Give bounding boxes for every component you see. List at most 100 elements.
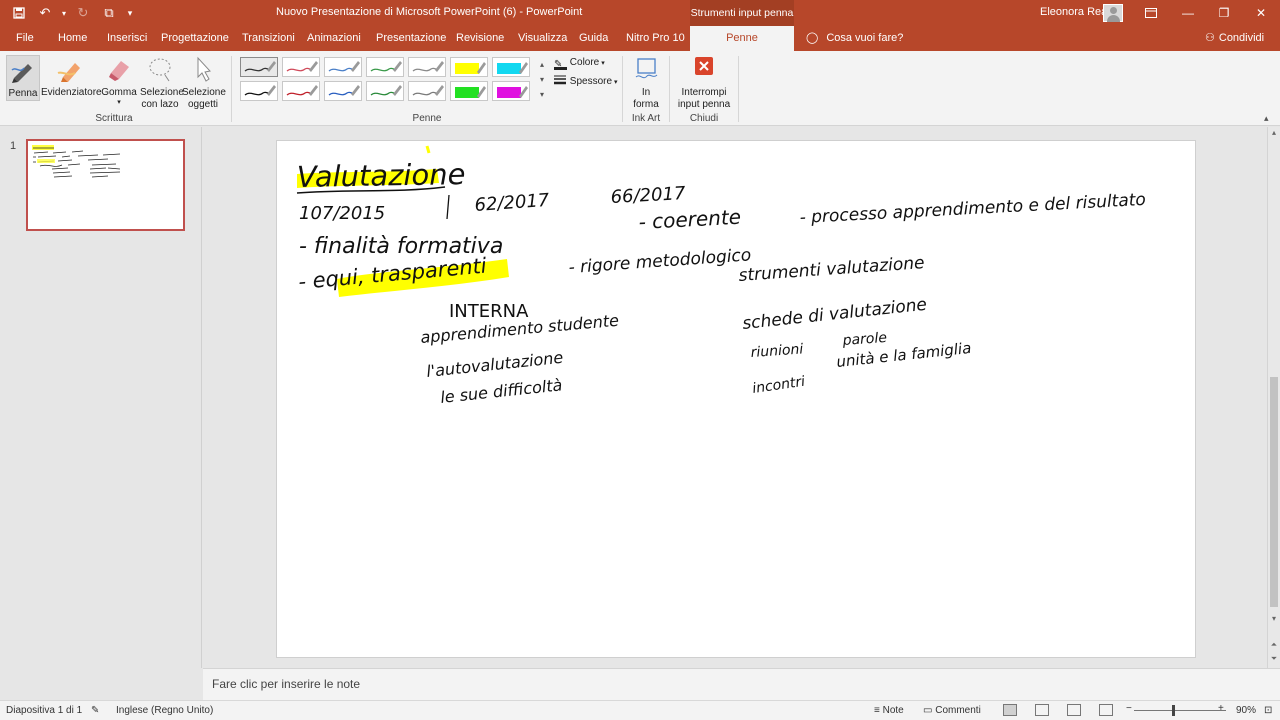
tab-home[interactable]: Home bbox=[58, 26, 87, 51]
pen-swatch[interactable] bbox=[240, 81, 278, 101]
pen-swatch[interactable] bbox=[240, 57, 278, 77]
zoom-in-icon[interactable]: + bbox=[1218, 703, 1224, 714]
normal-view-icon[interactable] bbox=[1003, 704, 1017, 716]
chevron-down-icon[interactable]: ▾ bbox=[60, 2, 68, 24]
previous-slide-icon[interactable]: ⏶ bbox=[1268, 639, 1280, 651]
slide-number: 1 bbox=[10, 140, 17, 152]
ink-to-shape-button[interactable]: In forma bbox=[628, 55, 664, 111]
ink-text: 66/2017 bbox=[610, 183, 686, 208]
ribbon-display-options-button[interactable] bbox=[1133, 0, 1169, 26]
lasso-icon bbox=[145, 55, 175, 83]
slide-canvas[interactable]: Valutazione 107/2015 62/2017 66/2017 - f… bbox=[277, 141, 1195, 657]
pen-swatch[interactable] bbox=[492, 57, 530, 77]
pen-swatch[interactable] bbox=[408, 81, 446, 101]
more-icon[interactable]: ▾ bbox=[537, 87, 547, 102]
pen-swatch[interactable] bbox=[408, 57, 446, 77]
pen-icon bbox=[244, 61, 276, 72]
select-objects-label-1: Selezione bbox=[182, 87, 226, 98]
zoom-slider-knob[interactable] bbox=[1172, 705, 1175, 716]
restore-button[interactable]: ❐ bbox=[1206, 0, 1242, 26]
share-label: Condividi bbox=[1218, 32, 1265, 44]
tab-progettazione[interactable]: Progettazione bbox=[161, 26, 229, 51]
zoom-level[interactable]: 90% bbox=[1236, 705, 1256, 716]
chevron-down-icon[interactable]: ▾ bbox=[537, 72, 547, 87]
title-bar: ↶ ▾ ↻ ⧉ ▾ Nuovo Presentazione di Microso… bbox=[0, 0, 1280, 26]
tab-inserisci[interactable]: Inserisci bbox=[107, 26, 147, 51]
tab-visualizza[interactable]: Visualizza bbox=[518, 26, 567, 51]
gallery-scroll[interactable]: ▴ ▾ ▾ bbox=[537, 57, 547, 103]
lasso-select-button[interactable]: Selezione con lazo bbox=[140, 55, 184, 111]
pen-icon bbox=[244, 85, 276, 96]
tab-nitro-pro[interactable]: Nitro Pro 10 bbox=[626, 26, 685, 51]
comments-toggle[interactable]: ▭ Commenti bbox=[923, 705, 981, 716]
pen-swatch[interactable] bbox=[450, 81, 488, 101]
avatar[interactable] bbox=[1103, 4, 1123, 22]
pen-swatch[interactable] bbox=[450, 57, 488, 77]
zoom-slider[interactable] bbox=[1134, 705, 1226, 716]
eraser-button[interactable]: Gomma ▾ bbox=[101, 55, 137, 107]
fit-to-window-icon[interactable]: ⊡ bbox=[1264, 705, 1272, 716]
language[interactable]: Inglese (Regno Unito) bbox=[116, 705, 213, 716]
color-dropdown[interactable]: ✎ Colore ▾ bbox=[554, 57, 605, 70]
ink-text: l'autovalutazione bbox=[425, 348, 564, 381]
slide-editing-area: Valutazione 107/2015 62/2017 66/2017 - f… bbox=[203, 127, 1267, 668]
pen-swatch[interactable] bbox=[492, 81, 530, 101]
undo-icon[interactable]: ↶ bbox=[34, 2, 56, 24]
group-divider bbox=[231, 56, 232, 122]
start-from-beginning-icon[interactable]: ⧉ bbox=[98, 2, 120, 24]
ink-text: le sue difficoltà bbox=[439, 375, 563, 407]
tab-file[interactable]: File bbox=[16, 26, 34, 51]
vertical-scrollbar[interactable]: ▴ ▾ ⏶ ⏷ bbox=[1267, 127, 1280, 668]
stop-inking-label-1: Interrompi bbox=[681, 87, 727, 98]
thickness-dropdown[interactable]: Spessore ▾ bbox=[554, 75, 618, 87]
scroll-thumb[interactable] bbox=[1270, 377, 1278, 607]
pen-swatch[interactable] bbox=[366, 81, 404, 101]
slideshow-view-icon[interactable] bbox=[1099, 704, 1113, 716]
pen-icon bbox=[8, 56, 38, 84]
reading-view-icon[interactable] bbox=[1067, 704, 1081, 716]
slide-thumbnail[interactable] bbox=[26, 139, 185, 231]
notes-placeholder[interactable]: Fare clic per inserire le note bbox=[212, 677, 360, 691]
zoom-out-icon[interactable]: − bbox=[1126, 703, 1132, 714]
stop-inking-button[interactable]: Interrompi input penna bbox=[674, 55, 734, 111]
pen-swatch[interactable] bbox=[282, 81, 320, 101]
close-window-button[interactable]: ✕ bbox=[1243, 0, 1279, 26]
select-objects-button[interactable]: Selezione oggetti bbox=[182, 55, 226, 111]
chevron-down-icon[interactable]: ▾ bbox=[1268, 613, 1280, 625]
pen-swatch[interactable] bbox=[324, 57, 362, 77]
tab-animazioni[interactable]: Animazioni bbox=[307, 26, 361, 51]
redo-icon[interactable]: ↻ bbox=[72, 2, 94, 24]
tab-guida[interactable]: Guida bbox=[579, 26, 608, 51]
highlighter-icon bbox=[455, 62, 486, 74]
highlighter-button[interactable]: Evidenziatore bbox=[41, 55, 102, 99]
pen-swatch[interactable] bbox=[282, 57, 320, 77]
slide-sorter-icon[interactable] bbox=[1035, 704, 1049, 716]
share-button[interactable]: ⚇ Condividi bbox=[1205, 26, 1264, 51]
penne-group-label: Penne bbox=[412, 113, 442, 124]
tell-me-search[interactable]: ◯ Cosa vuoi fare? bbox=[806, 26, 903, 51]
pen-swatch[interactable] bbox=[366, 57, 404, 77]
save-icon[interactable] bbox=[8, 2, 30, 24]
customize-qat-icon[interactable]: ▾ bbox=[124, 2, 136, 24]
highlight-stroke bbox=[425, 145, 431, 154]
slide-info[interactable]: Diapositiva 1 di 1 bbox=[6, 705, 82, 716]
group-divider bbox=[738, 56, 739, 122]
pen-button[interactable]: Penna bbox=[6, 55, 40, 101]
spellcheck-icon[interactable]: ✎ bbox=[91, 705, 99, 716]
close-icon bbox=[689, 55, 719, 83]
chevron-up-icon[interactable]: ▴ bbox=[537, 57, 547, 72]
color-icon: ✎ bbox=[554, 59, 567, 70]
chevron-up-icon[interactable]: ▴ bbox=[1268, 127, 1280, 139]
pen-swatch[interactable] bbox=[324, 81, 362, 101]
tab-penne[interactable]: Penne bbox=[690, 26, 794, 51]
ink-drawing[interactable]: Valutazione 107/2015 62/2017 66/2017 - f… bbox=[277, 141, 1195, 657]
collapse-ribbon-icon[interactable]: ▴ bbox=[1264, 113, 1269, 124]
tab-presentazione[interactable]: Presentazione bbox=[376, 26, 446, 51]
notes-toggle[interactable]: ≡ Note bbox=[874, 705, 904, 716]
user-name[interactable]: Eleonora Rea bbox=[1040, 6, 1107, 18]
minimize-button[interactable]: — bbox=[1170, 0, 1206, 26]
notes-pane[interactable]: Fare clic per inserire le note bbox=[203, 668, 1280, 700]
tab-transizioni[interactable]: Transizioni bbox=[242, 26, 295, 51]
next-slide-icon[interactable]: ⏷ bbox=[1268, 653, 1280, 665]
tab-revisione[interactable]: Revisione bbox=[456, 26, 504, 51]
